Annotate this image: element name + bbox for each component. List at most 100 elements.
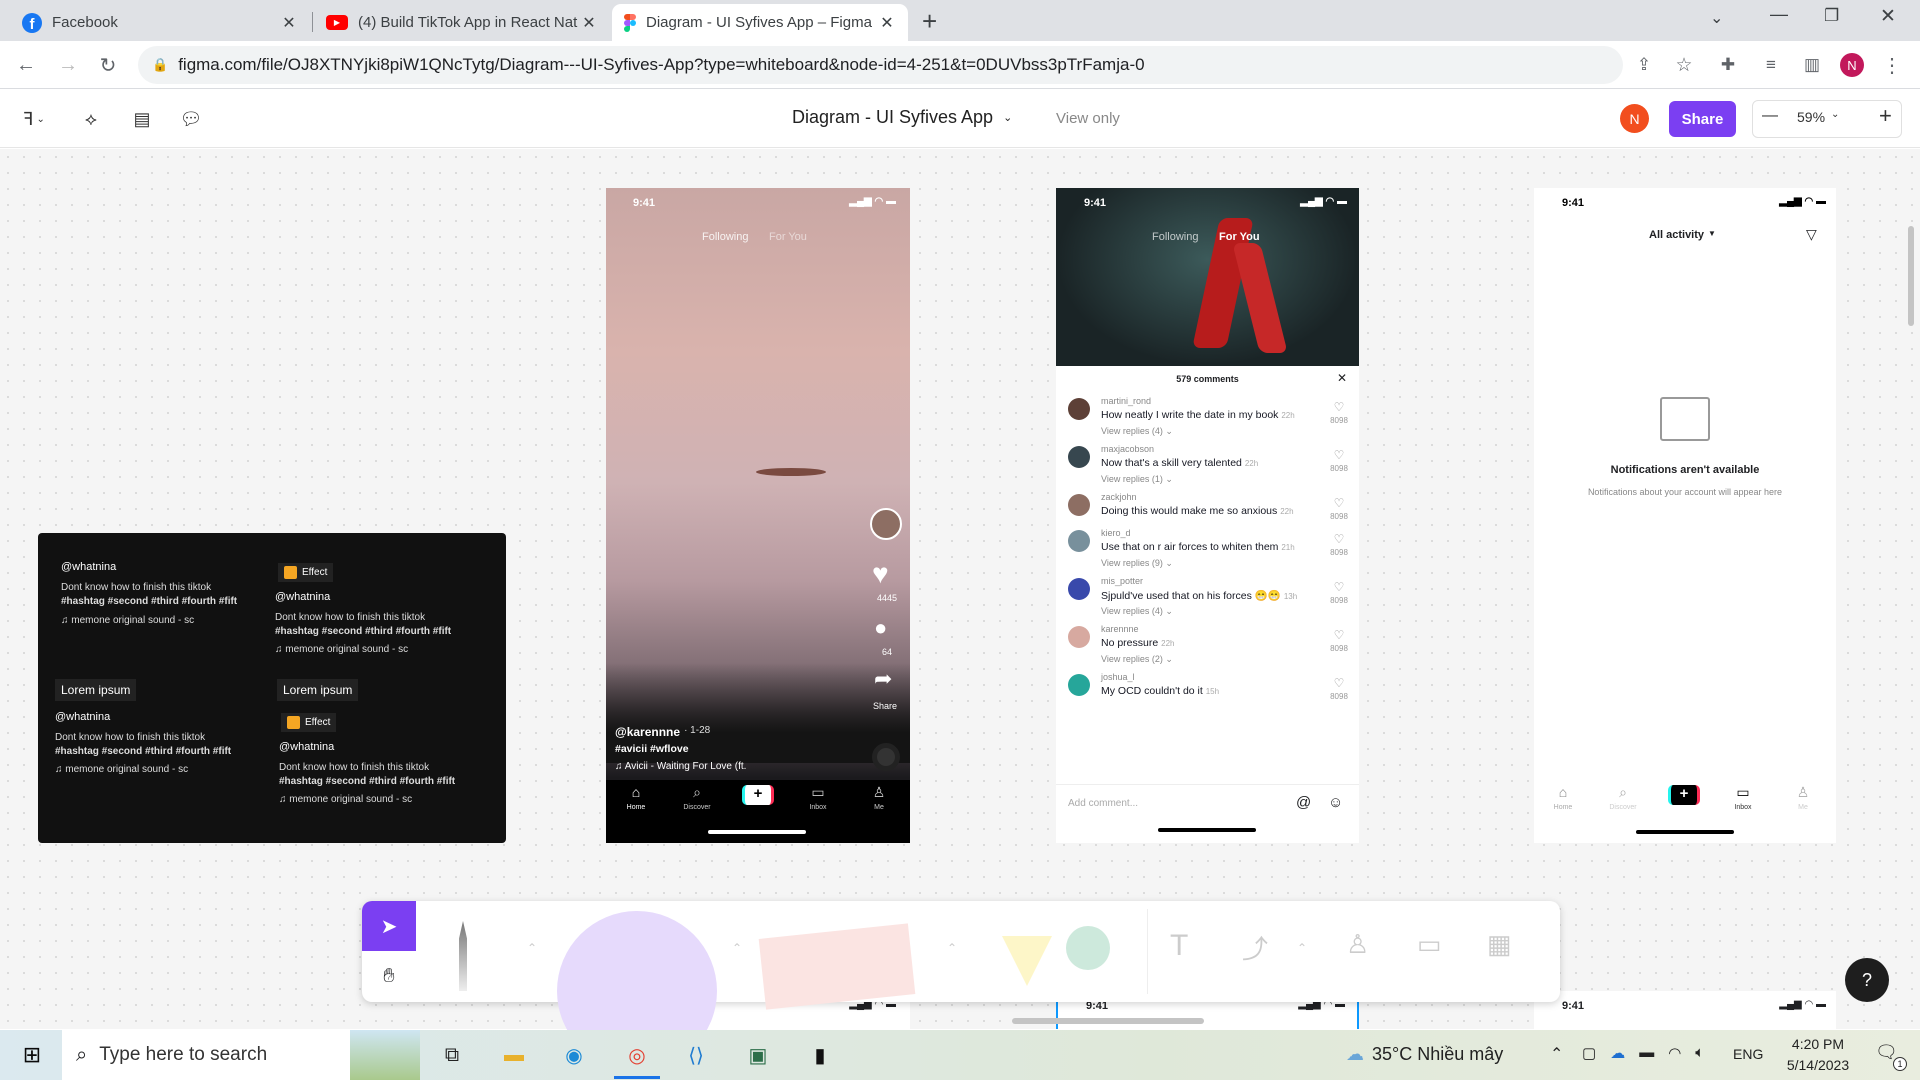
hidden-icons-chevron[interactable]: ⌃ <box>1550 1044 1563 1064</box>
commenter-avatar[interactable] <box>1068 494 1090 516</box>
taskbar-search-box[interactable]: ⌕ Type here to search <box>62 1030 420 1080</box>
forward-button[interactable]: → <box>52 49 84 81</box>
commenter-avatar[interactable] <box>1068 530 1090 552</box>
home-icon[interactable]: ⌂ <box>1548 784 1578 800</box>
user-avatar[interactable]: N <box>1620 104 1649 133</box>
clock-time[interactable]: 4:20 PM <box>1776 1036 1860 1052</box>
direct-message-icon[interactable]: ▽ <box>1806 226 1817 243</box>
table-tool-icon[interactable]: ▦ <box>1487 929 1512 960</box>
minimize-window-button[interactable]: — <box>1770 4 1788 25</box>
caption-template-frame[interactable]: @whatnina Dont know how to finish this t… <box>38 533 506 843</box>
commenter-avatar[interactable] <box>1068 398 1090 420</box>
like-heart-icon[interactable]: ♡ <box>1327 628 1351 642</box>
mention-icon[interactable]: @ <box>1296 794 1311 811</box>
section-tool-icon[interactable]: ▭ <box>1417 929 1442 960</box>
chevron-up-icon[interactable]: ⌃ <box>947 941 957 955</box>
close-tab-icon[interactable]: ✕ <box>878 13 896 33</box>
pen-tool-icon[interactable] <box>459 921 467 991</box>
figma-main-menu-icon[interactable]: ꟻ ⌄ <box>14 105 54 133</box>
connector-tool-icon[interactable]: ⤴ <box>1242 929 1268 966</box>
view-replies-link[interactable]: View replies (9) ⌄ <box>1101 558 1173 569</box>
feed-screen-frame[interactable]: 9:41 ▂▄▆ ◠ ▬ Following For You ♥ 4445 ● … <box>606 188 910 843</box>
commenter-username[interactable]: joshua_l <box>1101 672 1135 682</box>
comments-screen-frame[interactable]: 9:41 ▂▄▆ ◠ ▬ Following For You 579 comme… <box>1056 188 1359 843</box>
vertical-scrollbar[interactable] <box>1908 226 1914 326</box>
search-icon[interactable]: ⌕ <box>682 784 712 801</box>
view-replies-link[interactable]: View replies (2) ⌄ <box>1101 654 1173 665</box>
zoom-dropdown[interactable]: 59% ⌄ <box>1797 109 1839 125</box>
view-replies-link[interactable]: View replies (4) ⌄ <box>1101 426 1173 437</box>
heart-icon[interactable]: ♥ <box>872 558 889 590</box>
search-icon[interactable]: ⌕ <box>1608 784 1638 801</box>
chrome-icon[interactable]: ◎ <box>612 1030 662 1080</box>
clock-date[interactable]: 5/14/2023 <box>1770 1057 1866 1073</box>
reload-button[interactable]: ↻ <box>92 49 124 81</box>
share-button[interactable]: Share <box>1669 101 1736 137</box>
reading-list-icon[interactable]: ≡ <box>1755 49 1787 81</box>
tab-following[interactable]: Following <box>702 231 748 243</box>
chevron-up-icon[interactable]: ⌃ <box>732 941 742 955</box>
new-tab-button[interactable]: + <box>922 6 937 37</box>
music-disc-icon[interactable] <box>872 743 900 771</box>
like-heart-icon[interactable]: ♡ <box>1327 676 1351 690</box>
inbox-icon[interactable]: ▭ <box>803 784 833 801</box>
app-icon[interactable]: ▣ <box>736 1030 780 1080</box>
battery-icon[interactable]: ▬ <box>1639 1044 1654 1062</box>
tab-for-you[interactable]: For You <box>769 231 807 243</box>
language-indicator[interactable]: ENG <box>1733 1046 1763 1062</box>
create-video-button[interactable]: + <box>1668 785 1700 805</box>
close-window-button[interactable]: ✕ <box>1880 5 1896 28</box>
stamp-tool-icon[interactable]: ♙ <box>1346 929 1369 960</box>
chevron-up-icon[interactable]: ⌃ <box>527 941 537 955</box>
activity-dropdown[interactable]: All activity ▼ <box>1649 229 1716 241</box>
commenter-username[interactable]: mis_potter <box>1101 576 1143 586</box>
extensions-icon[interactable]: ✚ <box>1712 49 1744 81</box>
tab-youtube[interactable]: ▶ (4) Build TikTok App in React Nat ✕ <box>314 4 610 41</box>
onedrive-icon[interactable]: ☁ <box>1610 1044 1625 1062</box>
home-icon[interactable]: ⌂ <box>621 784 651 800</box>
tab-facebook[interactable]: f Facebook ✕ <box>10 4 310 41</box>
terminal-icon[interactable]: ▮ <box>798 1030 842 1080</box>
vscode-icon[interactable]: ⟨⟩ <box>674 1030 718 1080</box>
zoom-out-button[interactable]: — <box>1762 107 1778 125</box>
restore-window-button[interactable]: ❐ <box>1824 6 1839 26</box>
commenter-username[interactable]: karennne <box>1101 624 1139 634</box>
tab-following[interactable]: Following <box>1152 231 1198 243</box>
meet-icon[interactable]: ▢ <box>1582 1044 1596 1062</box>
create-video-button[interactable]: + <box>742 785 774 805</box>
windows-start-icon[interactable]: ⊞ <box>8 1030 56 1080</box>
profile-avatar[interactable]: N <box>1840 53 1864 77</box>
commenter-avatar[interactable] <box>1068 674 1090 696</box>
profile-icon[interactable]: ♙ <box>864 784 894 801</box>
browser-menu-icon[interactable]: ⋮ <box>1876 49 1908 81</box>
weather-widget[interactable]: ☁ 35°C Nhiều mây <box>1346 1044 1503 1065</box>
like-heart-icon[interactable]: ♡ <box>1327 580 1351 594</box>
inbox-icon[interactable]: ▭ <box>1728 784 1758 801</box>
inbox-screen-frame[interactable]: 9:41 ▂▄▆ ◠ ▬ All activity ▼ ▽ Notificatio… <box>1534 188 1836 843</box>
creator-avatar[interactable] <box>870 508 902 540</box>
commenter-username[interactable]: maxjacobson <box>1101 444 1154 454</box>
comment-bubble-icon[interactable]: ● <box>874 615 887 641</box>
edge-icon[interactable]: ◉ <box>552 1030 596 1080</box>
like-heart-icon[interactable]: ♡ <box>1327 400 1351 414</box>
task-view-icon[interactable]: ⧉ <box>432 1030 472 1080</box>
commenter-avatar[interactable] <box>1068 626 1090 648</box>
view-replies-link[interactable]: View replies (1) ⌄ <box>1101 474 1173 485</box>
commenter-avatar[interactable] <box>1068 446 1090 468</box>
share-page-icon[interactable]: ⇪ <box>1628 49 1660 81</box>
text-tool-icon[interactable]: T <box>1170 929 1188 963</box>
share-arrow-icon[interactable]: ➦ <box>874 666 892 692</box>
layout-panel-icon[interactable]: ▤ <box>128 105 156 133</box>
like-heart-icon[interactable]: ♡ <box>1327 448 1351 462</box>
profile-icon[interactable]: ♙ <box>1788 784 1818 801</box>
close-icon[interactable]: ✕ <box>1337 371 1347 385</box>
ai-tools-icon[interactable]: ⟡ <box>77 105 105 133</box>
emoji-icon[interactable]: ☺ <box>1328 794 1343 811</box>
tab-search-icon[interactable]: ⌄ <box>1710 8 1723 28</box>
tab-figma[interactable]: Diagram - UI Syfives App – Figma ✕ <box>612 4 908 41</box>
back-button[interactable]: ← <box>10 49 42 81</box>
commenter-username[interactable]: zackjohn <box>1101 492 1137 502</box>
add-comment-input[interactable]: Add comment... <box>1068 798 1138 809</box>
address-bar[interactable]: 🔒 figma.com/file/OJ8XTNYjki8piW1QNcTytg/… <box>138 46 1623 84</box>
comment-icon[interactable]: 💬︎ <box>177 105 205 133</box>
